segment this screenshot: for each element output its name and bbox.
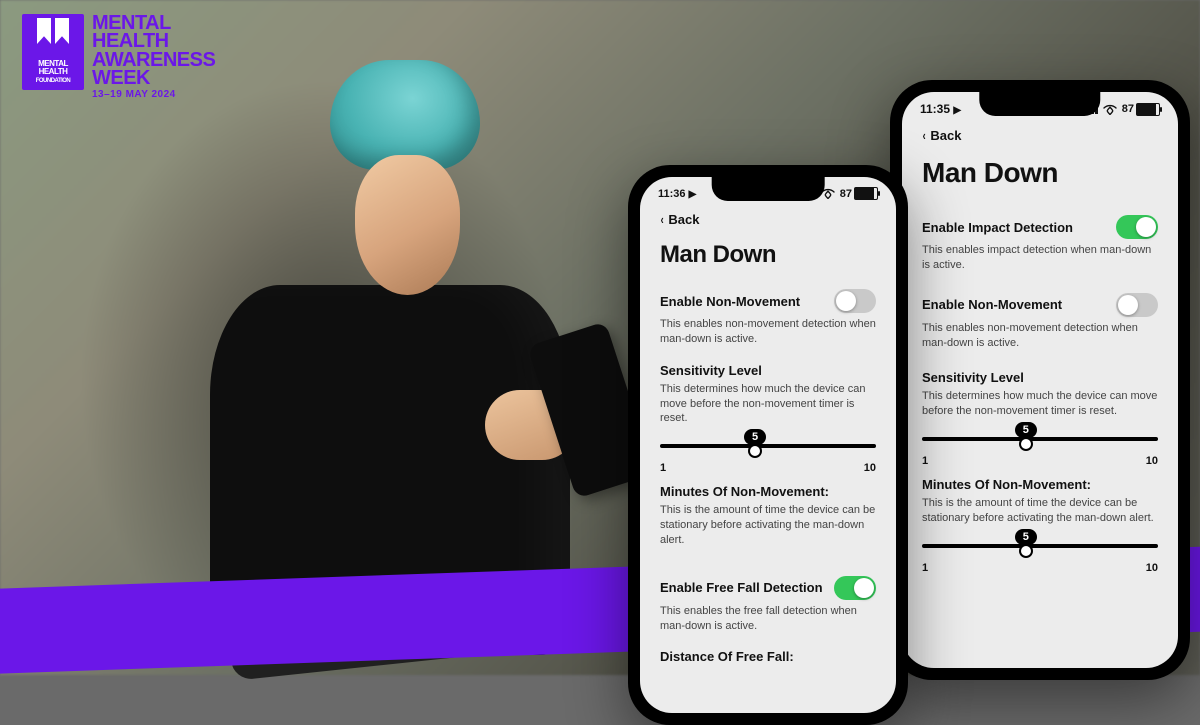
sensitivity-slider[interactable]: 5 <box>922 425 1158 453</box>
screen[interactable]: 11:36 ▶ 87 ‹ Back Man Down Enable Non-Mo… <box>640 177 896 713</box>
status-time: 11:35 <box>920 102 950 116</box>
minutes-label: Minutes Of Non-Movement: <box>922 477 1158 492</box>
mhf-ribbon-logo: MENTAL HEALTH FOUNDATION <box>22 14 84 90</box>
phone-right: 11:35 ▶ 87 ‹ Back Man Down Enable Impact… <box>890 80 1190 680</box>
ribbon-line-2: HEALTH <box>39 68 68 76</box>
slider-value: 5 <box>1015 422 1037 438</box>
impact-toggle[interactable] <box>1116 215 1158 239</box>
notch <box>712 177 825 201</box>
minutes-desc: This is the amount of time the device ca… <box>922 496 1158 526</box>
slider-min: 1 <box>922 455 928 467</box>
back-button[interactable]: ‹ Back <box>660 206 876 237</box>
battery-pct: 87 <box>1122 103 1134 115</box>
badge-dates: 13–19 MAY 2024 <box>92 90 215 99</box>
nonmove-toggle[interactable] <box>1116 293 1158 317</box>
sensitivity-label: Sensitivity Level <box>660 363 876 378</box>
sensitivity-slider[interactable]: 5 <box>660 432 876 460</box>
battery-pct: 87 <box>840 188 852 200</box>
freefall-distance-label: Distance Of Free Fall: <box>660 649 876 664</box>
minutes-label: Minutes Of Non-Movement: <box>660 484 876 499</box>
page-title: Man Down <box>922 157 1158 189</box>
minutes-desc: This is the amount of time the device ca… <box>660 503 876 548</box>
slider-max: 10 <box>1146 455 1158 467</box>
slider-value: 5 <box>744 429 766 445</box>
freefall-desc: This enables the free fall detection whe… <box>660 604 876 634</box>
nonmove-desc: This enables non-movement detection when… <box>660 317 876 347</box>
slider-max: 10 <box>1146 562 1158 574</box>
back-label: Back <box>930 128 961 143</box>
slider-min: 1 <box>660 462 666 474</box>
slider-min: 1 <box>922 562 928 574</box>
freefall-toggle[interactable] <box>834 576 876 600</box>
slider-max: 10 <box>864 462 876 474</box>
nonmove-desc: This enables non-movement detection when… <box>922 321 1158 351</box>
back-button[interactable]: ‹ Back <box>922 122 1158 153</box>
chevron-left-icon: ‹ <box>923 128 926 143</box>
screen[interactable]: 11:35 ▶ 87 ‹ Back Man Down Enable Impact… <box>902 92 1178 668</box>
back-label: Back <box>668 212 699 227</box>
impact-desc: This enables impact detection when man-d… <box>922 243 1158 273</box>
freefall-label: Enable Free Fall Detection <box>660 580 823 595</box>
ribbon-caption: FOUNDATION <box>36 78 71 84</box>
status-time: 11:36 <box>658 188 686 200</box>
sensitivity-label: Sensitivity Level <box>922 370 1158 385</box>
badge-line-4: WEEK <box>92 69 215 87</box>
wifi-icon <box>1103 104 1117 115</box>
phone-left: 11:36 ▶ 87 ‹ Back Man Down Enable Non-Mo… <box>628 165 908 725</box>
battery-icon: 87 <box>840 187 878 200</box>
impact-label: Enable Impact Detection <box>922 220 1073 235</box>
mhf-badge: MENTAL HEALTH FOUNDATION MENTAL HEALTH A… <box>22 14 215 99</box>
nonmove-label: Enable Non-Movement <box>660 294 800 309</box>
notch <box>979 92 1100 116</box>
chevron-left-icon: ‹ <box>661 212 664 227</box>
nonmove-label: Enable Non-Movement <box>922 297 1062 312</box>
nonmove-toggle[interactable] <box>834 289 876 313</box>
battery-icon: 87 <box>1122 103 1160 116</box>
sensitivity-desc: This determines how much the device can … <box>660 382 876 427</box>
slider-value: 5 <box>1015 529 1037 545</box>
minutes-slider[interactable]: 5 <box>922 532 1158 560</box>
page-title: Man Down <box>660 241 876 269</box>
sensitivity-desc: This determines how much the device can … <box>922 389 1158 419</box>
